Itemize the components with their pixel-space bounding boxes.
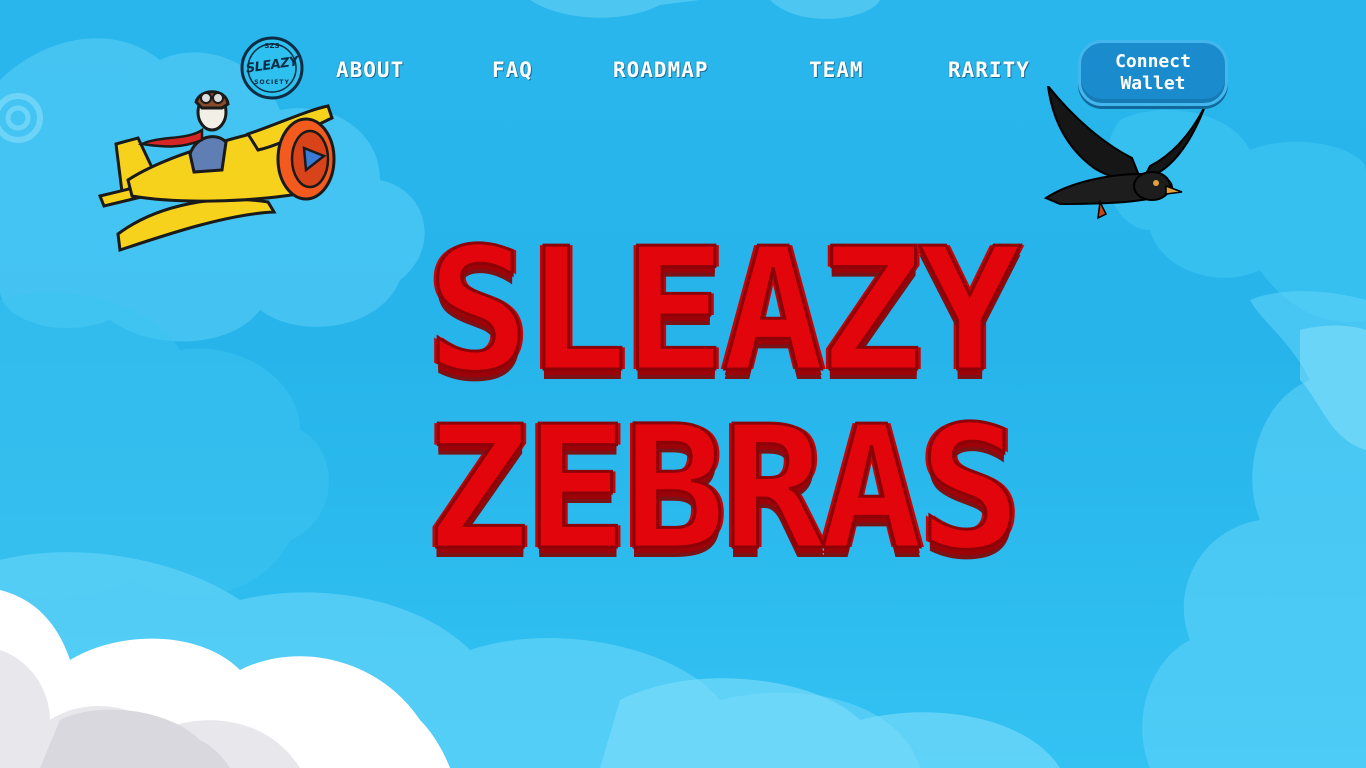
nav-link-roadmap[interactable]: Roadmap [613, 58, 709, 82]
plane-icon [98, 90, 336, 253]
nav-link-team[interactable]: Team [809, 58, 864, 82]
nav-link-faq[interactable]: FAQ [492, 58, 533, 82]
connect-wallet-button[interactable]: Connect Wallet [1078, 40, 1228, 106]
crow-icon [1043, 86, 1206, 220]
sleazy-society-logo[interactable]: SZS SLEAZY SOCIETY [240, 36, 304, 100]
hero-title-line-1: SLEAZY [425, 212, 1022, 410]
logo-top-text: SZS [264, 42, 280, 50]
nav-link-about[interactable]: About [336, 58, 404, 82]
hero-title: SLEAZY ZEBRAS [272, 208, 1172, 578]
hero-title-line-2: ZEBRAS [425, 390, 1022, 588]
nav-link-rarity[interactable]: Rarity [948, 58, 1030, 82]
logo-bottom-text: SOCIETY [254, 79, 290, 86]
